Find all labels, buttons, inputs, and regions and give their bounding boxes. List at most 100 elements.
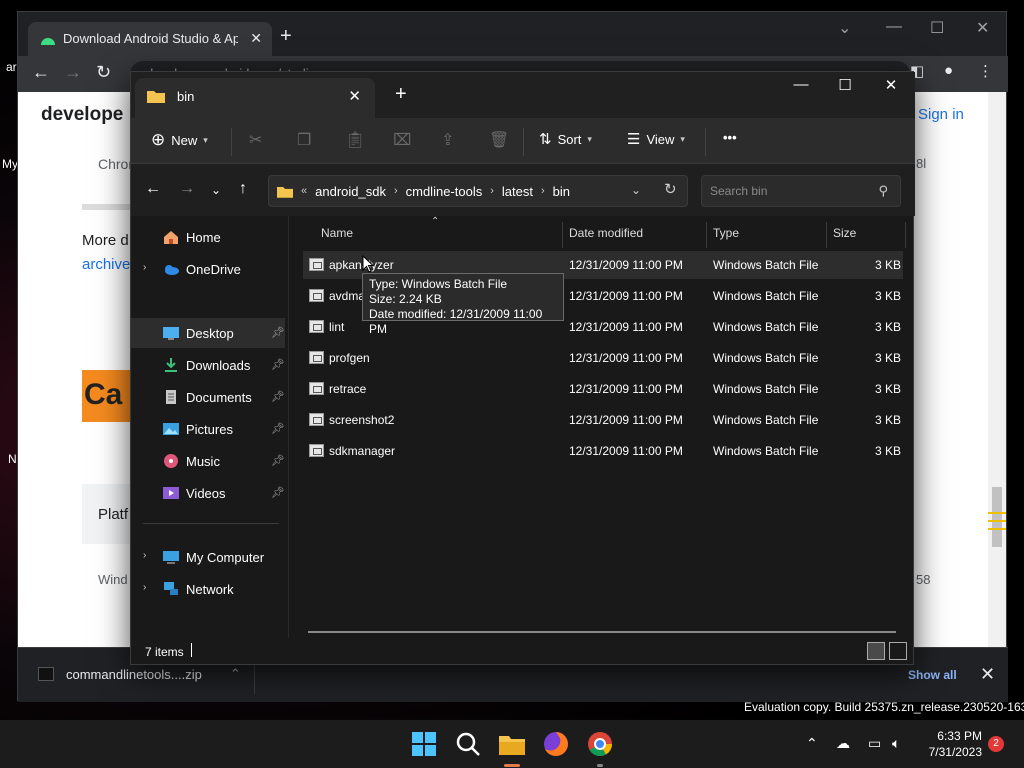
network-icon[interactable]: ▭ <box>868 735 881 752</box>
minimize-icon[interactable]: — <box>886 18 902 36</box>
new-tab-icon[interactable]: + <box>280 25 292 48</box>
new-tab-icon[interactable]: + <box>395 84 407 104</box>
address-history-icon[interactable]: ⌄ <box>631 183 641 197</box>
menu-icon[interactable]: ⋮ <box>978 62 993 80</box>
column-header-name[interactable]: Name <box>321 226 353 240</box>
tab-search-icon[interactable]: ⌄ <box>838 18 851 38</box>
pin-icon[interactable]: 📌︎ <box>271 486 285 499</box>
minimize-icon[interactable]: — <box>779 76 823 93</box>
back-icon[interactable]: ← <box>32 62 50 83</box>
page-scrollbar[interactable] <box>988 92 1006 647</box>
back-icon[interactable]: ← <box>145 180 161 198</box>
sort-button[interactable]: ⇅ Sort ▾ <box>539 130 592 148</box>
rename-icon[interactable]: ⌧ <box>393 130 411 150</box>
close-tab-icon[interactable]: ✕ <box>348 87 361 105</box>
refresh-icon[interactable]: ↻ <box>664 180 677 198</box>
clock[interactable]: 6:33 PM 7/31/2023 <box>910 728 982 760</box>
recent-locations-icon[interactable]: ⌄ <box>211 183 221 197</box>
pin-icon[interactable]: 📌︎ <box>271 358 285 371</box>
chevron-right-icon[interactable]: › <box>490 185 494 197</box>
profile-icon[interactable]: ● <box>944 62 953 79</box>
volume-icon[interactable]: 🔈︎ <box>892 735 900 752</box>
pin-icon[interactable]: 📌︎ <box>271 422 285 435</box>
column-divider[interactable] <box>562 222 563 248</box>
sidebar-item-desktop[interactable]: Desktop 📌︎ <box>131 318 285 348</box>
new-button[interactable]: ⊕ New ▾ <box>151 130 208 150</box>
scrollbar-thumb[interactable] <box>992 487 1002 547</box>
breadcrumb-item[interactable]: bin <box>553 184 570 199</box>
reload-icon[interactable]: ↻ <box>96 62 111 83</box>
tiles-view-icon[interactable] <box>889 642 907 660</box>
breadcrumb-item[interactable]: cmdline-tools <box>406 184 483 199</box>
chevron-right-icon[interactable]: › <box>394 185 398 197</box>
breadcrumb-overflow[interactable]: « <box>301 185 307 197</box>
column-header-date[interactable]: Date modified <box>569 226 643 240</box>
document-icon <box>166 390 176 404</box>
maximize-icon[interactable]: ☐ <box>823 76 867 94</box>
breadcrumb-item[interactable]: android_sdk <box>315 184 386 199</box>
breadcrumb-item[interactable]: latest <box>502 184 533 199</box>
close-icon[interactable]: ✕ <box>976 18 989 38</box>
more-options-button[interactable]: ••• <box>723 130 737 145</box>
chevron-right-icon[interactable]: › <box>143 582 146 593</box>
sidebar-item-videos[interactable]: Videos 📌︎ <box>131 478 285 508</box>
copy-icon[interactable]: ❐ <box>297 130 311 150</box>
column-divider[interactable] <box>826 222 827 248</box>
page-brand[interactable]: develope <box>41 104 123 126</box>
address-bar[interactable]: « android_sdk › cmdline-tools › latest ›… <box>268 175 688 207</box>
download-item[interactable]: commandlinetools....zip ⌃ <box>38 666 241 682</box>
sidebar-item-my-computer[interactable]: › My Computer <box>131 542 285 572</box>
notification-badge[interactable]: 2 <box>988 736 1004 752</box>
sidebar-item-downloads[interactable]: Downloads 📌︎ <box>131 350 285 380</box>
chevron-up-icon[interactable]: ⌃ <box>806 735 818 752</box>
pin-icon[interactable]: 📌︎ <box>271 326 285 339</box>
show-all-button[interactable]: Show all <box>908 668 957 682</box>
delete-icon[interactable]: 🗑︎ <box>489 130 509 150</box>
table-row[interactable]: screenshot2 12/31/2009 11:00 PM Windows … <box>303 406 903 434</box>
forward-icon[interactable]: → <box>64 62 82 83</box>
navigation-pane: Home › OneDrive Desktop 📌︎ Downloads 📌︎ … <box>131 216 289 638</box>
sidebar-item-onedrive[interactable]: › OneDrive <box>131 254 285 284</box>
sidebar-item-documents[interactable]: Documents 📌︎ <box>131 382 285 412</box>
file-explorer-icon[interactable] <box>498 730 526 758</box>
column-header-size[interactable]: Size <box>833 226 856 240</box>
firefox-icon[interactable] <box>542 730 570 758</box>
chevron-right-icon[interactable]: › <box>541 185 545 197</box>
horizontal-scrollbar[interactable] <box>308 631 896 633</box>
close-icon[interactable]: ✕ <box>869 76 913 94</box>
search-input[interactable]: Search bin ⚲ <box>701 175 901 207</box>
chevron-right-icon[interactable]: › <box>143 550 146 561</box>
details-view-icon[interactable] <box>867 642 885 660</box>
onedrive-icon[interactable]: ☁ <box>836 735 850 752</box>
cut-icon[interactable]: ✂ <box>249 130 262 150</box>
forward-icon[interactable]: → <box>179 180 195 198</box>
archive-link[interactable]: archive <box>82 256 130 273</box>
sidebar-item-pictures[interactable]: Pictures 📌︎ <box>131 414 285 444</box>
table-row[interactable]: profgen 12/31/2009 11:00 PM Windows Batc… <box>303 344 903 372</box>
table-row[interactable]: sdkmanager 12/31/2009 11:00 PM Windows B… <box>303 437 903 465</box>
paste-icon[interactable]: 📋︎ <box>345 130 365 150</box>
search-icon[interactable] <box>454 730 482 758</box>
chevron-up-icon[interactable]: ⌃ <box>230 666 241 682</box>
view-button[interactable]: ☰ View ▾ <box>627 130 685 148</box>
column-divider[interactable] <box>706 222 707 248</box>
explorer-tab[interactable]: bin ✕ <box>135 78 375 118</box>
column-header-type[interactable]: Type <box>713 226 739 240</box>
share-icon[interactable]: ⇪ <box>441 130 454 150</box>
close-tab-icon[interactable]: ✕ <box>250 30 262 47</box>
up-icon[interactable]: ↑ <box>239 180 247 198</box>
column-divider[interactable] <box>905 222 906 248</box>
pin-icon[interactable]: 📌︎ <box>271 454 285 467</box>
table-row[interactable]: retrace 12/31/2009 11:00 PM Windows Batc… <box>303 375 903 403</box>
chrome-icon[interactable] <box>586 730 614 758</box>
chevron-right-icon[interactable]: › <box>143 262 146 273</box>
chrome-tab[interactable]: Download Android Studio & App ✕ <box>28 22 272 56</box>
sidebar-item-music[interactable]: Music 📌︎ <box>131 446 285 476</box>
pin-icon[interactable]: 📌︎ <box>271 390 285 403</box>
windows-start-icon[interactable] <box>410 730 438 758</box>
sidebar-item-home[interactable]: Home <box>131 222 285 252</box>
close-download-bar-icon[interactable]: ✕ <box>980 664 995 685</box>
sign-in-link[interactable]: Sign in <box>918 106 964 123</box>
maximize-icon[interactable]: ☐ <box>930 18 944 38</box>
sidebar-item-network[interactable]: › Network <box>131 574 285 604</box>
